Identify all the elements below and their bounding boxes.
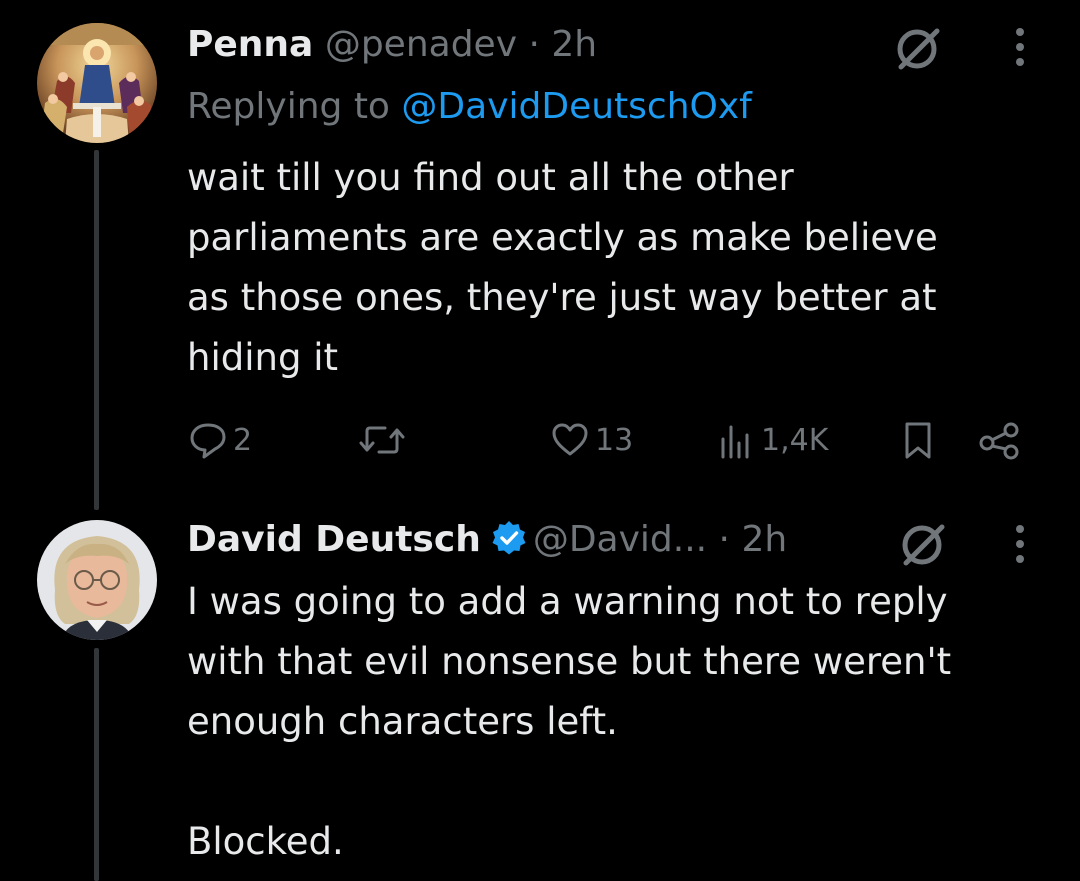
separator: · <box>707 519 742 560</box>
bookmark-icon <box>899 419 937 461</box>
author-name[interactable]: Penna <box>187 24 313 65</box>
replying-to: Replying to @DavidDeutschOxf <box>187 82 752 132</box>
author-handle[interactable]: @penadev <box>325 24 517 65</box>
grok-icon[interactable] <box>893 23 945 79</box>
replying-to-label: Replying to <box>187 86 402 127</box>
avatar-david-deutsch[interactable] <box>37 520 157 640</box>
reply-button[interactable]: 2 <box>187 415 252 465</box>
views-button[interactable]: 1,4K <box>717 415 828 465</box>
thread-line <box>94 150 99 510</box>
retweet-button[interactable] <box>359 415 405 465</box>
tweet-actions: 2 13 1,4K <box>187 415 1067 465</box>
retweet-icon <box>359 419 405 461</box>
share-button[interactable] <box>977 415 1023 465</box>
author-handle[interactable]: @David... <box>533 519 707 560</box>
tweet-header: David Deutsch @David... · 2h <box>187 515 787 565</box>
reply-icon <box>187 419 229 461</box>
verified-badge-icon <box>491 520 527 570</box>
tweet-text: wait till you find out all the other par… <box>187 156 938 379</box>
painting-avatar-image <box>37 23 157 143</box>
more-icon[interactable] <box>1012 523 1028 569</box>
timestamp[interactable]: 2h <box>741 519 787 560</box>
separator: · <box>517 24 552 65</box>
tweet[interactable]: Penna @penadev · 2h Replying to @DavidDe… <box>0 0 1080 510</box>
avatar-penna[interactable] <box>37 23 157 143</box>
reply-count: 2 <box>233 422 253 458</box>
like-count: 13 <box>595 422 634 458</box>
bookmark-button[interactable] <box>899 415 937 465</box>
grok-icon[interactable] <box>898 519 950 575</box>
tweet-header: Penna @penadev · 2h <box>187 20 597 70</box>
views-count: 1,4K <box>761 422 829 458</box>
views-icon <box>717 419 757 461</box>
profile-photo-image <box>37 520 157 640</box>
like-button[interactable]: 13 <box>549 415 633 465</box>
replying-to-handle-link[interactable]: @DavidDeutschOxf <box>401 86 751 127</box>
thread-line <box>94 648 99 881</box>
share-icon <box>977 419 1023 461</box>
more-icon[interactable] <box>1012 26 1028 72</box>
timestamp[interactable]: 2h <box>551 24 597 65</box>
author-name[interactable]: David Deutsch <box>187 519 481 560</box>
heart-icon <box>549 419 591 461</box>
tweet-text: I was going to add a warning not to repl… <box>187 580 952 863</box>
